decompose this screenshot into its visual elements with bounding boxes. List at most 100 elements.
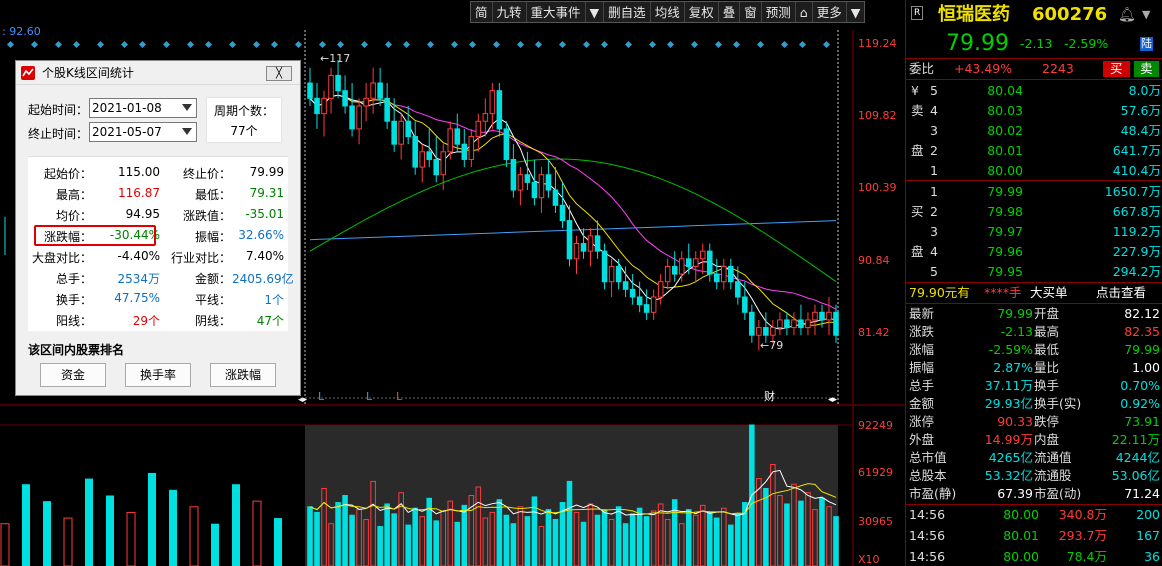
candle-body — [657, 281, 664, 298]
stat-label: 流通股 — [1034, 468, 1072, 483]
event-diamond — [648, 40, 657, 49]
level-price: 79.95 — [987, 264, 1023, 279]
event-diamond — [120, 40, 129, 49]
rank-by-turnover-button[interactable]: 换手率 — [125, 363, 191, 387]
volume-bar — [728, 524, 734, 566]
drag-handle-icon[interactable]: ◂▸ — [828, 395, 838, 405]
candle-body — [391, 120, 397, 145]
menu-down-icon[interactable]: ▼ — [1142, 4, 1150, 26]
stat-value: 7.40% — [245, 249, 284, 263]
toolbar-item-1[interactable]: 九转 — [493, 2, 527, 22]
price-line: 79.99 -2.13 -2.59% 陆 — [906, 32, 1162, 56]
buy-button[interactable]: 买 — [1103, 61, 1130, 77]
bottom-marker: L — [318, 390, 325, 403]
toolbar-item-0[interactable]: 简 — [471, 2, 493, 22]
toolbar-item-12[interactable]: ▼ — [847, 2, 865, 22]
candle-body — [489, 90, 496, 115]
toolbar-item-11[interactable]: 更多 — [813, 2, 847, 22]
candle-body — [608, 265, 615, 283]
event-diamond — [732, 40, 741, 49]
volume-bar — [566, 480, 573, 566]
level-volume: 1650.7万 — [1104, 184, 1161, 199]
end-time-select[interactable]: 2021-05-07 — [89, 122, 197, 142]
volume-bar — [349, 514, 355, 566]
candle-body — [833, 311, 839, 336]
big-order-view-link[interactable]: 点击查看 — [1096, 284, 1146, 302]
stat-label: 量比 — [1034, 360, 1060, 375]
candle-body — [342, 90, 348, 107]
quote-stat-row: 涨停 90.33 跌停 73.91 — [906, 413, 1162, 431]
low-marker: ←79 — [760, 339, 783, 352]
candle-body — [587, 235, 594, 252]
stat-value: 29.93亿 — [984, 396, 1033, 411]
stat-label: 市盈(动) — [1034, 486, 1082, 501]
toolbar-item-7[interactable]: 叠 — [719, 2, 741, 22]
rank-by-change-button[interactable]: 涨跌幅 — [210, 363, 276, 387]
candle-body — [749, 311, 755, 336]
tick-price: 80.00 — [1003, 549, 1039, 564]
side-label: 卖 — [911, 103, 924, 118]
volume-bar — [552, 518, 559, 566]
kline-chart-area[interactable]: 119.24 109.82 100.39 90.84 81.42 92249 61929 30… — [0, 0, 905, 566]
toolbar-item-5[interactable]: 均线 — [651, 2, 685, 22]
stat-label: 总股本 — [909, 468, 947, 483]
stat-label: 起始价： — [43, 167, 92, 181]
event-diamond — [558, 40, 567, 49]
candle-body — [398, 120, 404, 145]
toolbar-item-6[interactable]: 复权 — [685, 2, 719, 22]
drag-handle-icon[interactable]: ◂▸ — [298, 395, 308, 405]
stat-label: 流通值 — [1034, 450, 1072, 465]
stat-value: 73.91 — [1124, 414, 1160, 429]
volume-bar — [833, 516, 839, 566]
volume-bar — [211, 523, 219, 566]
side-label: 盘 — [911, 244, 924, 259]
volume-bar — [503, 514, 510, 566]
level-price: 79.99 — [987, 184, 1023, 199]
candle-body — [363, 97, 369, 107]
tick-count: 200 — [1136, 507, 1160, 522]
candle-body — [475, 120, 482, 138]
level-price: 80.03 — [987, 103, 1023, 118]
toolbar-item-9[interactable]: 预测 — [762, 2, 796, 22]
volume-bar — [784, 503, 790, 566]
candle-body — [735, 281, 741, 298]
candle-body — [685, 258, 692, 267]
ma20-line — [309, 94, 837, 310]
toolbar-item-2[interactable]: 重大事件 — [527, 2, 586, 22]
volume-bar — [461, 504, 468, 566]
candle-body — [370, 82, 376, 99]
event-diamond — [360, 40, 369, 49]
volume-bar — [252, 500, 262, 566]
big-order-row[interactable]: 79.90元有 ****手 大买单 点击查看 — [906, 284, 1162, 302]
candle-body — [636, 296, 643, 306]
period-count-value: 77个 — [230, 124, 258, 138]
stat-value: 32.66% — [238, 228, 284, 242]
volume-bar — [594, 514, 601, 566]
start-time-select[interactable]: 2021-01-08 — [89, 98, 197, 118]
chevron-down-icon — [182, 128, 192, 135]
buy-level-row: 买 2 79.98 667.8万 — [906, 203, 1162, 221]
bell-icon[interactable]: 🔔︎ — [1118, 4, 1136, 26]
candle-body — [699, 250, 706, 260]
toolbar-item-8[interactable]: 窗 — [740, 2, 762, 22]
price-axis-label: 100.39 — [858, 181, 897, 194]
volume-bar — [524, 516, 531, 566]
candle-body — [763, 327, 769, 336]
stat-value: 82.12 — [1124, 306, 1160, 321]
dialog-close-button[interactable]: ╳ — [266, 66, 292, 81]
toolbar-item-10[interactable]: ⌂ — [796, 2, 813, 22]
dialog-titlebar[interactable]: 个股K线区间统计 — [16, 61, 300, 85]
ranking-label: 该区间内股票排名 — [28, 343, 125, 357]
toolbar-item-4[interactable]: 删自选 — [604, 2, 651, 22]
candle-body — [713, 273, 720, 283]
candle-body — [742, 296, 748, 313]
stat-value: 2534万 — [117, 272, 160, 286]
toolbar-item-3[interactable]: ▼ — [586, 2, 605, 22]
stat-label: 终止价： — [182, 167, 231, 181]
volume-bar — [433, 520, 440, 566]
stat-value: -2.13 — [1000, 324, 1033, 339]
stat-label: 均价： — [55, 209, 92, 223]
rank-by-fund-button[interactable]: 资金 — [40, 363, 106, 387]
last-price: 79.99 — [946, 31, 1009, 56]
sell-button[interactable]: 卖 — [1134, 61, 1159, 77]
